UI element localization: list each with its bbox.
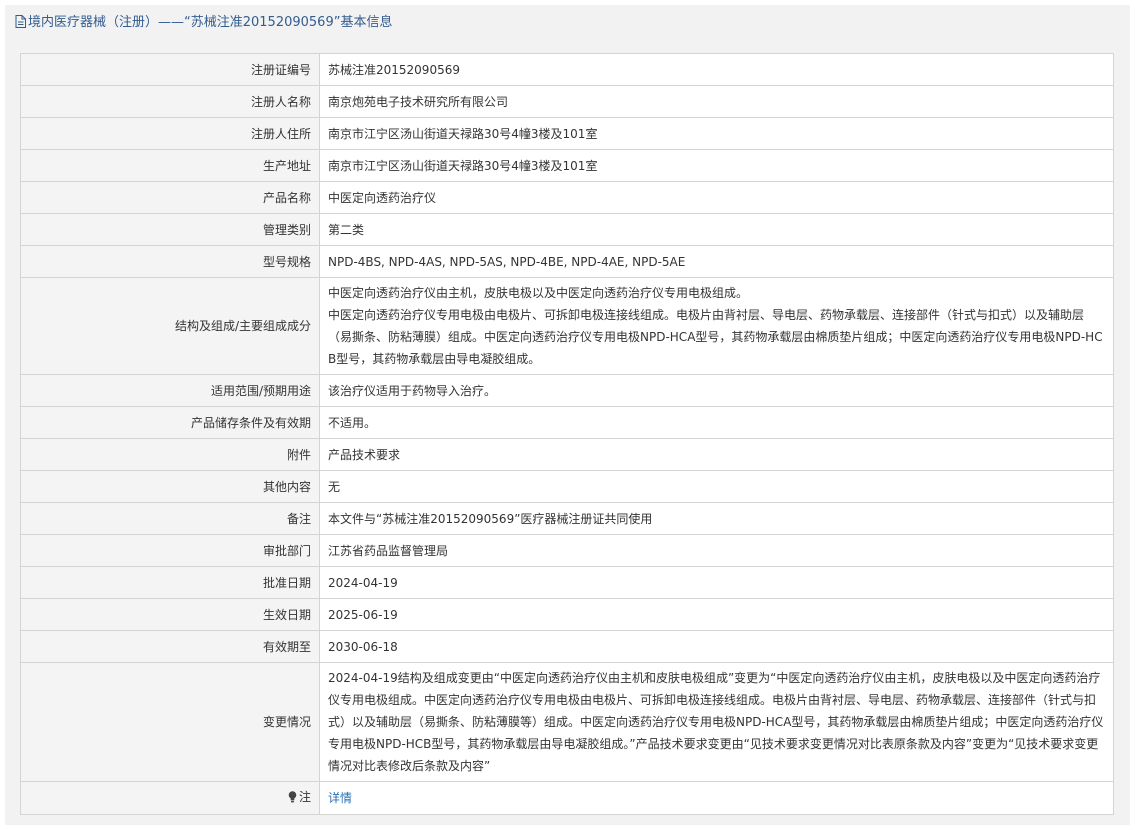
- lightbulb-icon: [288, 788, 297, 810]
- table-row: 变更情况 2024-04-19结构及组成变更由“中医定向透药治疗仪由主机和皮肤电…: [20, 662, 1114, 782]
- table-row: 其他内容 无: [20, 470, 1114, 503]
- table-row: 批准日期 2024-04-19: [20, 566, 1114, 599]
- field-value-attachment: 产品技术要求: [319, 438, 1114, 471]
- field-label-valid-until: 有效期至: [20, 630, 320, 663]
- field-label-remarks: 备注: [20, 502, 320, 535]
- field-value-registrant-address: 南京市江宁区汤山街道天禄路30号4幢3楼及101室: [319, 117, 1114, 150]
- field-value-change-history: 2024-04-19结构及组成变更由“中医定向透药治疗仪由主机和皮肤电极组成”变…: [319, 662, 1114, 782]
- table-row: 有效期至 2030-06-18: [20, 630, 1114, 663]
- field-label-registration-number: 注册证编号: [20, 53, 320, 86]
- table-row: 产品名称 中医定向透药治疗仪: [20, 181, 1114, 214]
- field-label-approval-date: 批准日期: [20, 566, 320, 599]
- table-row: 审批部门 江苏省药品监督管理局: [20, 534, 1114, 567]
- table-row: 结构及组成/主要组成成分 中医定向透药治疗仪由主机，皮肤电极以及中医定向透药治疗…: [20, 277, 1114, 375]
- field-label-model-spec: 型号规格: [20, 245, 320, 278]
- field-label-approval-department: 审批部门: [20, 534, 320, 567]
- table-row: 注册人名称 南京炮苑电子技术研究所有限公司: [20, 85, 1114, 118]
- field-label-attachment: 附件: [20, 438, 320, 471]
- field-value-model-spec: NPD-4BS, NPD-4AS, NPD-5AS, NPD-4BE, NPD-…: [319, 245, 1114, 278]
- field-value-registrant-name: 南京炮苑电子技术研究所有限公司: [319, 85, 1114, 118]
- field-label-registrant-name: 注册人名称: [20, 85, 320, 118]
- table-row: 注册人住所 南京市江宁区汤山街道天禄路30号4幢3楼及101室: [20, 117, 1114, 150]
- field-value-approval-department: 江苏省药品监督管理局: [319, 534, 1114, 567]
- field-value-registration-number: 苏械注准20152090569: [319, 53, 1114, 86]
- table-row: 备注 本文件与“苏械注准20152090569”医疗器械注册证共同使用: [20, 502, 1114, 535]
- field-label-effective-date: 生效日期: [20, 598, 320, 631]
- field-value-storage-validity: 不适用。: [319, 406, 1114, 439]
- field-value-other-content: 无: [319, 470, 1114, 503]
- note-label: 注: [298, 790, 311, 804]
- field-label-production-address: 生产地址: [20, 149, 320, 182]
- field-label-structure: 结构及组成/主要组成成分: [20, 277, 320, 375]
- field-label-storage-validity: 产品储存条件及有效期: [20, 406, 320, 439]
- field-label-registrant-address: 注册人住所: [20, 117, 320, 150]
- field-value-effective-date: 2025-06-19: [319, 598, 1114, 631]
- table-row: 注 详情: [20, 781, 1114, 815]
- field-label-intended-use: 适用范围/预期用途: [20, 374, 320, 407]
- field-value-note: 详情: [319, 781, 1114, 815]
- field-value-intended-use: 该治疗仪适用于药物导入治疗。: [319, 374, 1114, 407]
- table-row: 注册证编号 苏械注准20152090569: [20, 53, 1114, 86]
- field-value-management-category: 第二类: [319, 213, 1114, 246]
- table-row: 产品储存条件及有效期 不适用。: [20, 406, 1114, 439]
- field-label-product-name: 产品名称: [20, 181, 320, 214]
- field-label-management-category: 管理类别: [20, 213, 320, 246]
- field-value-valid-until: 2030-06-18: [319, 630, 1114, 663]
- structure-line-1: 中医定向透药治疗仪由主机，皮肤电极以及中医定向透药治疗仪专用电极组成。: [328, 286, 749, 300]
- field-label-change-history: 变更情况: [20, 662, 320, 782]
- field-value-approval-date: 2024-04-19: [319, 566, 1114, 599]
- table-row: 附件 产品技术要求: [20, 438, 1114, 471]
- field-value-remarks: 本文件与“苏械注准20152090569”医疗器械注册证共同使用: [319, 502, 1114, 535]
- info-table: 注册证编号 苏械注准20152090569 注册人名称 南京炮苑电子技术研究所有…: [20, 53, 1114, 815]
- table-row: 适用范围/预期用途 该治疗仪适用于药物导入治疗。: [20, 374, 1114, 407]
- field-label-other-content: 其他内容: [20, 470, 320, 503]
- document-icon: [15, 7, 26, 43]
- info-panel: 境内医疗器械（注册）——“苏械注准20152090569”基本信息 注册证编号 …: [5, 5, 1130, 825]
- field-value-product-name: 中医定向透药治疗仪: [319, 181, 1114, 214]
- table-row: 生效日期 2025-06-19: [20, 598, 1114, 631]
- details-link[interactable]: 详情: [328, 791, 352, 805]
- field-value-structure: 中医定向透药治疗仪由主机，皮肤电极以及中医定向透药治疗仪专用电极组成。中医定向透…: [319, 277, 1114, 375]
- field-label-note: 注: [20, 781, 320, 815]
- table-row: 生产地址 南京市江宁区汤山街道天禄路30号4幢3楼及101室: [20, 149, 1114, 182]
- table-row: 型号规格 NPD-4BS, NPD-4AS, NPD-5AS, NPD-4BE,…: [20, 245, 1114, 278]
- page-title: 境内医疗器械（注册）——“苏械注准20152090569”基本信息: [28, 15, 393, 30]
- panel-header: 境内医疗器械（注册）——“苏械注准20152090569”基本信息: [5, 5, 1130, 41]
- table-row: 管理类别 第二类: [20, 213, 1114, 246]
- structure-line-2: 中医定向透药治疗仪专用电极由电极片、可拆卸电极连接线组成。电极片由背衬层、导电层…: [328, 308, 1103, 366]
- field-value-production-address: 南京市江宁区汤山街道天禄路30号4幢3楼及101室: [319, 149, 1114, 182]
